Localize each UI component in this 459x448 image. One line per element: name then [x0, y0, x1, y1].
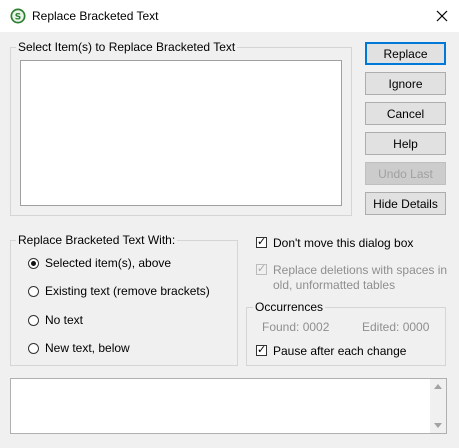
found-count: Found: 0002 — [262, 320, 330, 334]
radio-no-text[interactable]: No text — [28, 312, 83, 328]
radio-label: New text, below — [45, 341, 130, 355]
radio-label: No text — [45, 313, 84, 327]
replace-deletions-label-line2: old, unformatted tables — [273, 278, 396, 292]
radio-selected-items[interactable]: Selected item(s), above — [28, 255, 171, 271]
dont-move-label: Don't move this dialog box — [273, 236, 414, 250]
help-button[interactable]: Help — [365, 132, 446, 155]
svg-text:S: S — [15, 13, 21, 23]
details-scrollbar[interactable] — [430, 379, 446, 433]
radio-label: Selected item(s), above — [45, 256, 172, 270]
replace-with-group-label: Replace Bracketed Text With: — [16, 233, 178, 247]
radio-new-text[interactable]: New text, below — [28, 340, 130, 356]
dont-move-checkbox[interactable] — [256, 235, 267, 248]
replace-button[interactable]: Replace — [365, 42, 446, 65]
cancel-button[interactable]: Cancel — [365, 102, 446, 125]
replace-deletions-option[interactable]: Replace deletions with spaces in old, un… — [256, 262, 448, 293]
radio-button[interactable] — [28, 314, 39, 326]
pause-label: Pause after each change — [273, 344, 407, 358]
close-button[interactable] — [432, 6, 452, 26]
pause-checkbox[interactable] — [256, 343, 267, 356]
window-title: Replace Bracketed Text — [32, 9, 159, 23]
radio-label: Existing text (remove brackets) — [45, 284, 210, 298]
occurrences-group-label: Occurrences — [253, 300, 326, 314]
app-logo-icon: S — [10, 8, 26, 24]
pause-after-change-option[interactable]: Pause after each change — [256, 343, 407, 358]
edited-count: Edited: 0000 — [362, 320, 430, 334]
radio-existing-text[interactable]: Existing text (remove brackets) — [28, 283, 210, 299]
close-icon — [436, 10, 448, 22]
radio-button[interactable] — [28, 257, 39, 269]
radio-button[interactable] — [28, 285, 39, 297]
select-items-group-label: Select Item(s) to Replace Bracketed Text — [16, 40, 238, 54]
scroll-up-icon[interactable] — [434, 384, 442, 389]
item-list[interactable] — [20, 60, 342, 206]
hide-details-button[interactable]: Hide Details — [365, 192, 446, 215]
dont-move-dialog-option[interactable]: Don't move this dialog box — [256, 235, 414, 250]
scroll-down-icon[interactable] — [434, 423, 442, 428]
replace-deletions-label-line1: Replace deletions with spaces in — [273, 263, 448, 277]
undo-last-button[interactable]: Undo Last — [365, 162, 446, 185]
replace-deletions-checkbox[interactable] — [256, 262, 267, 275]
ignore-button[interactable]: Ignore — [365, 72, 446, 95]
new-text-box[interactable] — [10, 378, 447, 434]
radio-button[interactable] — [28, 342, 39, 354]
